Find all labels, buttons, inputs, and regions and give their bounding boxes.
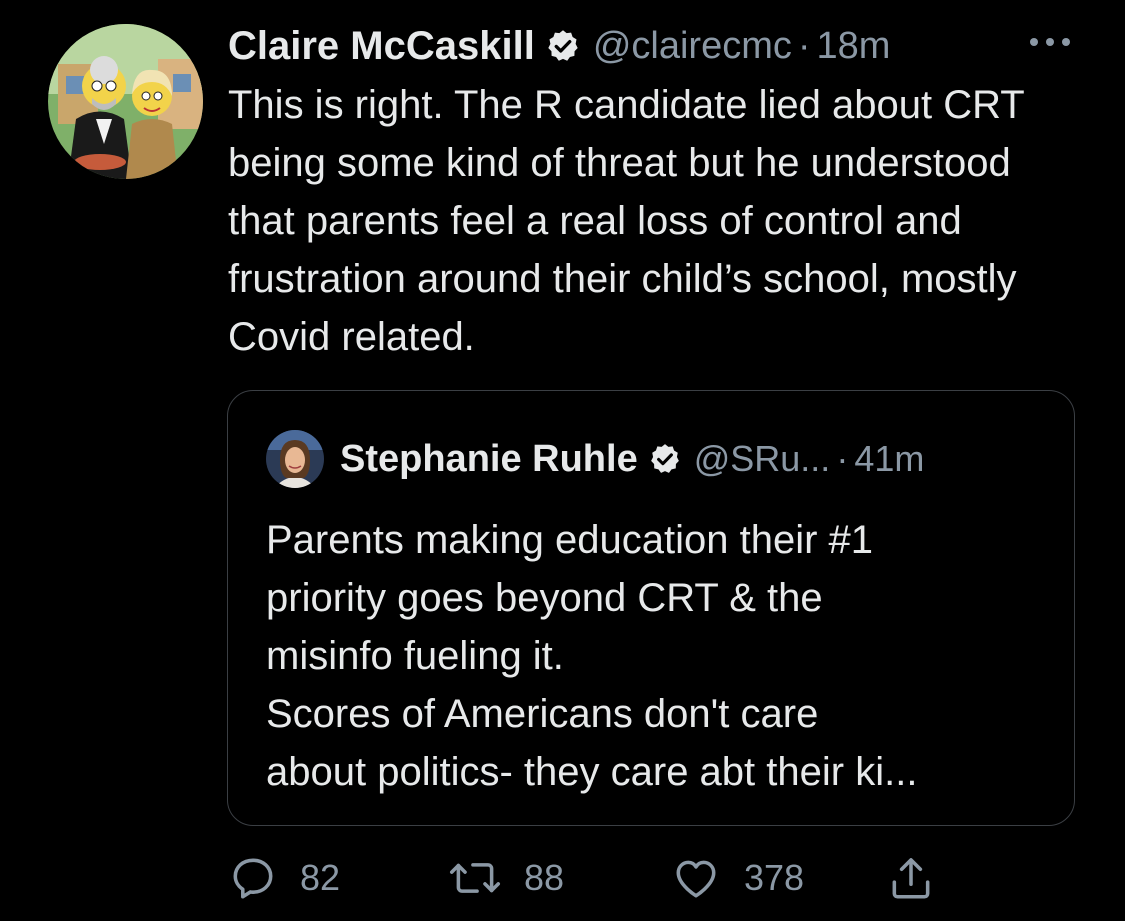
share-button[interactable]	[886, 850, 936, 906]
quoted-author-name[interactable]: Stephanie Ruhle	[340, 438, 638, 481]
tweet-actions-bar: 82 88 378	[228, 850, 988, 906]
quoted-author-handle[interactable]: @SRu...	[694, 438, 831, 480]
quoted-text-line: about politics- they care abt their ki..…	[266, 750, 918, 794]
quoted-author-avatar[interactable]	[266, 430, 324, 488]
tweet-body-text: This is right. The R candidate lied abou…	[228, 83, 1024, 359]
like-button[interactable]: 378	[670, 850, 804, 906]
tweet-timestamp[interactable]: 18m	[817, 25, 891, 68]
quoted-verified-badge-icon	[648, 442, 682, 476]
separator-dot: ·	[797, 24, 811, 67]
quoted-text-line: misinfo fueling it.	[266, 634, 564, 678]
tweet[interactable]: Claire McCaskill @clairecmc · 18m This i…	[0, 0, 1125, 921]
reply-count: 82	[300, 857, 341, 898]
author-name[interactable]: Claire McCaskill	[228, 24, 535, 69]
heart-icon	[670, 853, 722, 903]
retweet-button[interactable]: 88	[448, 850, 564, 906]
more-horizontal-icon[interactable]	[1025, 22, 1075, 62]
tweet-header: Claire McCaskill @clairecmc · 18m	[228, 20, 1098, 72]
retweet-icon	[448, 853, 502, 903]
quoted-text-line: priority goes beyond CRT & the	[266, 576, 823, 620]
reply-icon	[228, 853, 278, 903]
retweet-count: 88	[524, 857, 565, 898]
quoted-tweet-card[interactable]: Stephanie Ruhle @SRu... · 41m Parents ma…	[227, 390, 1075, 826]
author-handle[interactable]: @clairecmc	[593, 25, 792, 68]
share-icon	[886, 852, 936, 904]
reply-button[interactable]: 82	[228, 850, 340, 906]
quoted-text-line: Parents making education their #1	[266, 518, 874, 562]
quoted-tweet-timestamp[interactable]: 41m	[854, 438, 924, 480]
quoted-tweet-header: Stephanie Ruhle @SRu... · 41m	[266, 430, 924, 488]
quoted-text-line: Scores of Americans don't care	[266, 692, 819, 736]
verified-badge-icon	[545, 28, 581, 64]
quoted-tweet-body-text: Parents making education their #1 priori…	[266, 511, 1056, 801]
quoted-separator-dot: ·	[836, 438, 849, 479]
author-avatar[interactable]	[48, 24, 203, 179]
like-count: 378	[744, 857, 805, 898]
